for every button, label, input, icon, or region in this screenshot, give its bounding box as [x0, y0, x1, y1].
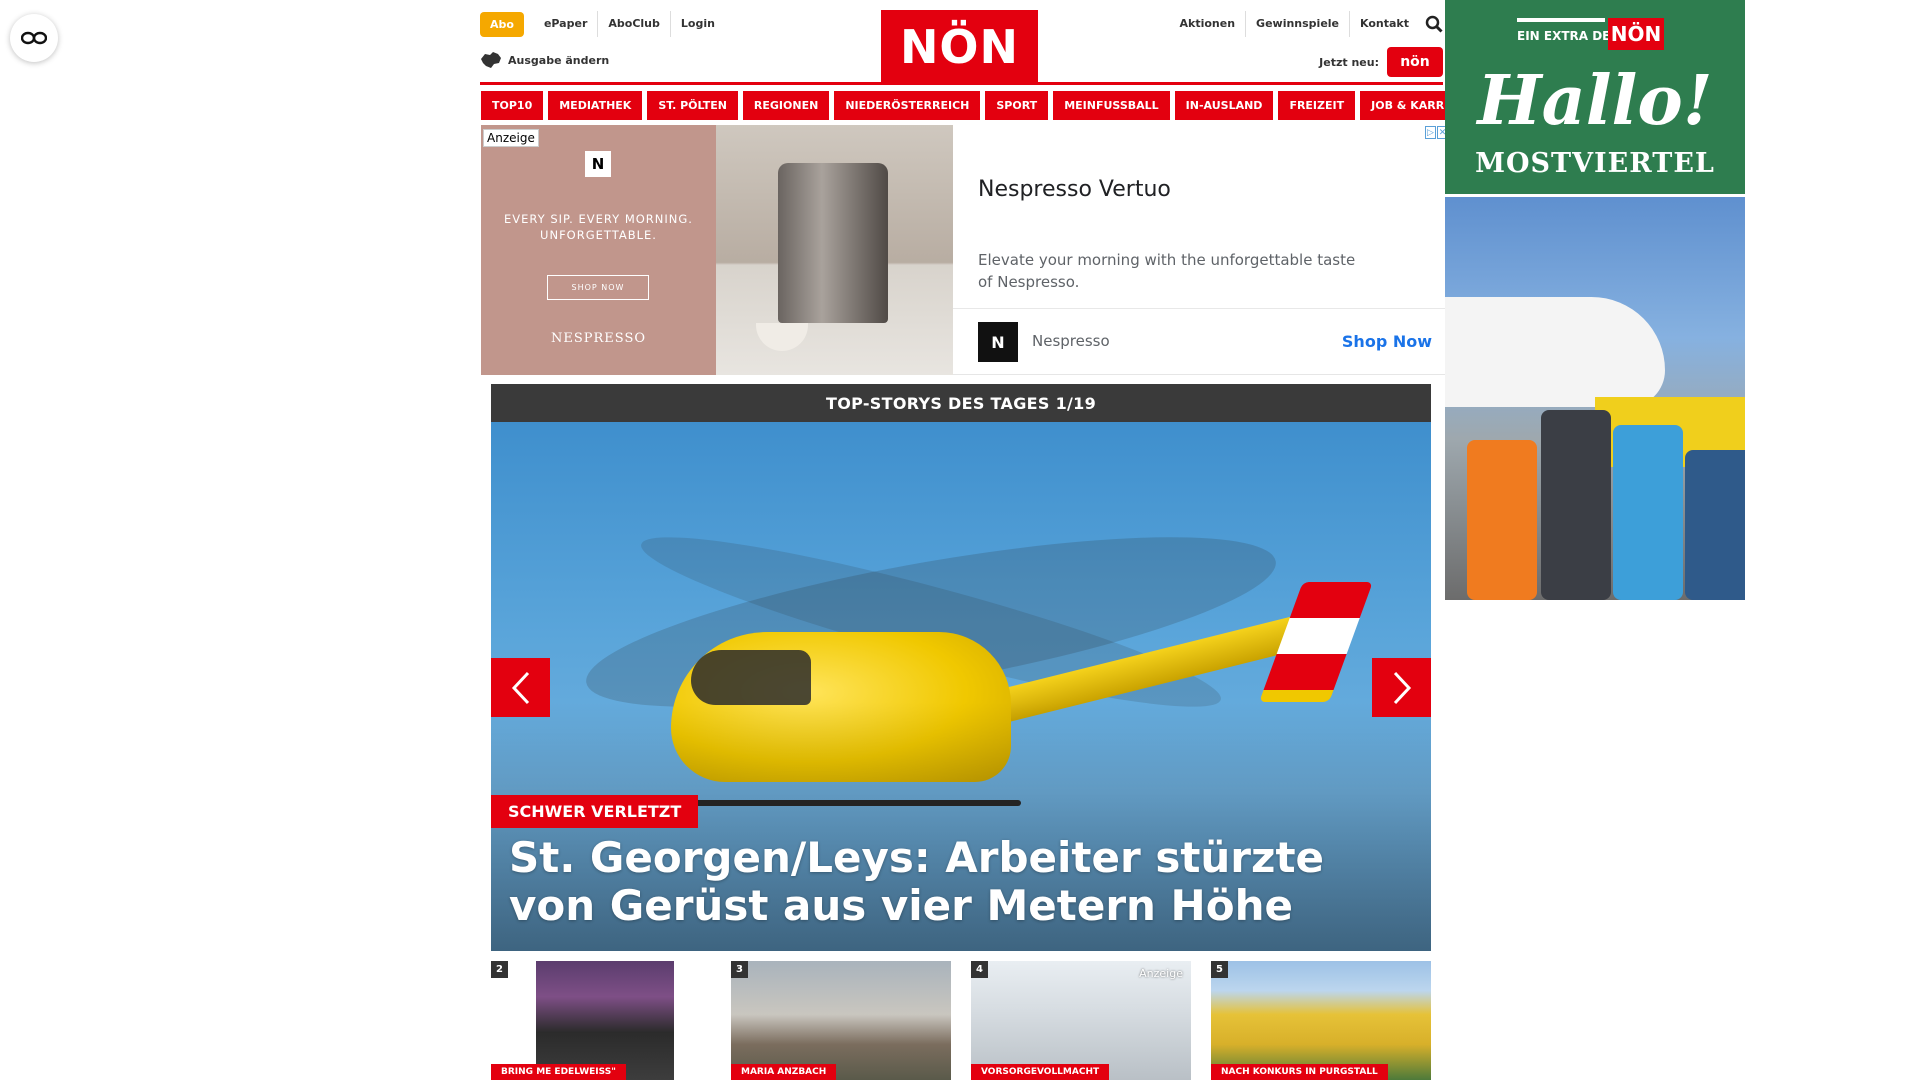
thumb-image — [536, 961, 674, 1080]
suitcase — [1685, 450, 1745, 600]
thumb-image — [1211, 961, 1431, 1080]
side-ad-header: EIN EXTRA DER NÖN Hallo! MOSTVIERTEL — [1445, 0, 1745, 194]
map-icon — [481, 52, 501, 68]
side-ad-headline: Hallo! — [1477, 61, 1713, 141]
advertiser-name: Nespresso — [1032, 332, 1110, 350]
ad-cta-button[interactable]: Shop Now — [1342, 332, 1432, 351]
suitcase — [1613, 425, 1683, 600]
side-ad-extra-text: EIN EXTRA DER — [1517, 29, 1620, 43]
airplane — [1445, 297, 1665, 407]
edition-switch[interactable]: Ausgabe ändern — [480, 51, 609, 69]
hero-category-tag[interactable]: SCHWER VERLETZT — [491, 795, 699, 828]
thumb-category: NACH KONKURS IN PURGSTALL — [1211, 1064, 1388, 1080]
ad-slogan: EVERY SIP. EVERY MORNING. UNFORGETTABLE. — [504, 212, 693, 242]
reader-mode-button[interactable] — [10, 14, 58, 62]
chevron-left-icon — [511, 671, 529, 704]
nav-item-niederoesterreich[interactable]: NIEDERÖSTERREICH — [834, 91, 981, 120]
thumb-number: 5 — [1211, 961, 1228, 978]
story-thumb[interactable]: 4 Anzeige VORSORGEVOLLMACHT — [971, 961, 1191, 1080]
jetzt-label: Jetzt neu: — [1319, 55, 1379, 69]
glasses-icon — [21, 31, 47, 45]
ad-shop-now-button[interactable]: SHOP NOW — [547, 275, 649, 300]
story-thumb[interactable]: 5 NACH KONKURS IN PURGSTALL — [1211, 961, 1431, 1080]
coffee-machine — [778, 163, 888, 323]
site-header: Abo ePaper AboClub Login Ausgabe ändern … — [480, 0, 1443, 90]
main-nav: TOP10 MEDIATHEK ST. PÖLTEN REGIONEN NIED… — [481, 91, 1483, 120]
login-link[interactable]: Login — [669, 11, 725, 37]
jetzt-neu: Jetzt neu: nön — [1319, 47, 1443, 77]
nav-item-freizeit[interactable]: FREIZEIT — [1278, 91, 1356, 120]
abo-button[interactable]: Abo — [480, 11, 524, 37]
aboclub-link[interactable]: AboClub — [597, 11, 670, 37]
story-thumb[interactable]: 2 BRING ME EDELWEISS" — [491, 961, 711, 1080]
ad-product-image — [716, 125, 953, 375]
side-ad-image — [1445, 197, 1745, 600]
nav-item-sport[interactable]: SPORT — [985, 91, 1049, 120]
ad-label: Anzeige — [483, 129, 539, 147]
ad-logo-box: N — [585, 151, 611, 177]
thumb-category: VORSORGEVOLLMACHT — [971, 1064, 1110, 1080]
edition-label: Ausgabe ändern — [508, 53, 610, 67]
side-ad-logo: NÖN — [1608, 18, 1664, 50]
hero-story[interactable]: SCHWER VERLETZT St. Georgen/Leys: Arbeit… — [491, 422, 1431, 951]
coffee-cup — [756, 323, 808, 351]
nav-item-meinfussball[interactable]: MEINFUSSBALL — [1053, 91, 1170, 120]
hero-headline[interactable]: St. Georgen/Leys: Arbeiter stürzte von G… — [509, 834, 1409, 930]
kontakt-link[interactable]: Kontakt — [1349, 11, 1419, 37]
advertiser-logo: N — [978, 322, 1018, 362]
nav-item-st-poelten[interactable]: ST. PÖLTEN — [647, 91, 738, 120]
suitcase — [1541, 410, 1611, 600]
side-ad-region: MOSTVIERTEL — [1475, 148, 1715, 179]
nespresso-ad[interactable]: N EVERY SIP. EVERY MORNING. UNFORGETTABL… — [481, 125, 1448, 375]
story-thumbnails: 2 BRING ME EDELWEISS" 3 MARIA ANZBACH 4 … — [491, 961, 1431, 1080]
non-logo[interactable]: NÖN — [881, 10, 1038, 83]
epaper-link[interactable]: ePaper — [534, 11, 597, 37]
mostviertel-ad[interactable]: EIN EXTRA DER NÖN Hallo! MOSTVIERTEL — [1445, 0, 1745, 600]
search-icon[interactable] — [1425, 15, 1443, 33]
top-stories-header: TOP-STORYS DES TAGES 1/19 — [491, 384, 1431, 422]
helicopter-window — [691, 650, 811, 705]
nav-item-regionen[interactable]: REGIONEN — [742, 91, 830, 120]
thumb-number: 3 — [731, 961, 748, 978]
thumb-image — [731, 961, 951, 1080]
suitcase — [1467, 440, 1537, 600]
thumb-number: 2 — [491, 961, 508, 978]
nav-item-top10[interactable]: TOP10 — [481, 91, 544, 120]
ad-text-panel: ▷ ✕ Nespresso Vertuo Elevate your mornin… — [953, 125, 1448, 375]
side-ad-rule — [1517, 18, 1605, 22]
thumb-category: MARIA ANZBACH — [731, 1064, 837, 1080]
slider-next-button[interactable] — [1372, 658, 1431, 717]
story-thumb[interactable]: 3 MARIA ANZBACH — [731, 961, 951, 1080]
gewinnspiele-link[interactable]: Gewinnspiele — [1245, 11, 1349, 37]
ad-info-icon[interactable]: ▷ — [1425, 126, 1436, 139]
ad-brand-mark: NESPRESSO — [550, 331, 647, 346]
header-divider — [480, 82, 1443, 85]
aktionen-link[interactable]: Aktionen — [1170, 11, 1246, 37]
thumb-number: 4 — [971, 961, 988, 978]
slider-prev-button[interactable] — [491, 658, 550, 717]
nav-item-mediathek[interactable]: MEDIATHEK — [548, 91, 643, 120]
chevron-right-icon — [1393, 671, 1411, 704]
top-links: Abo ePaper AboClub Login — [480, 11, 725, 37]
ad-description: Elevate your morning with the unforgetta… — [978, 251, 1356, 291]
ad-title[interactable]: Nespresso Vertuo — [978, 177, 1171, 202]
right-links: Aktionen Gewinnspiele Kontakt — [1170, 11, 1444, 37]
ad-brand-panel: N EVERY SIP. EVERY MORNING. UNFORGETTABL… — [481, 125, 716, 375]
nav-item-in-ausland[interactable]: IN-AUSLAND — [1174, 91, 1274, 120]
thumb-category: BRING ME EDELWEISS" — [491, 1064, 626, 1080]
thumb-anzeige-label: Anzeige — [1139, 967, 1183, 980]
non-kids-logo[interactable]: nön — [1387, 47, 1443, 77]
ad-divider — [953, 308, 1448, 309]
